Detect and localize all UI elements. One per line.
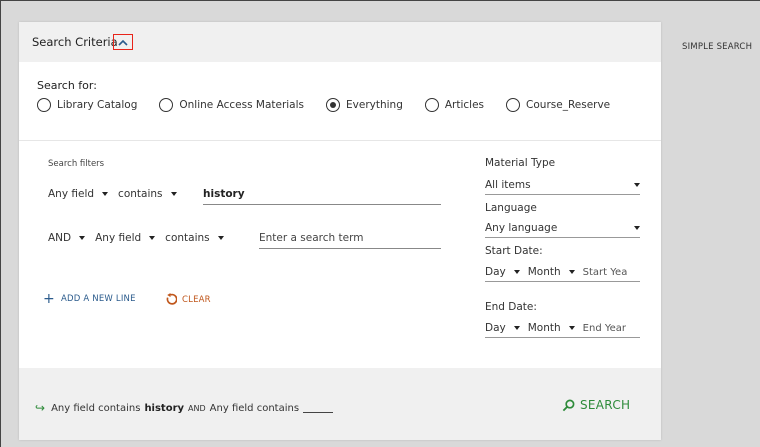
divider	[19, 140, 661, 141]
end-date-label: End Date:	[485, 301, 537, 313]
radio-label: Everything	[346, 99, 403, 111]
material-type-label: Material Type	[485, 157, 556, 169]
simple-search-link[interactable]: SIMPLE SEARCH	[682, 42, 752, 52]
radio-circle-checked	[326, 98, 341, 112]
start-date-label: Start Date:	[485, 245, 543, 257]
boolean-select[interactable]: AND	[48, 232, 86, 244]
radio-label: Online Access Materials	[179, 99, 305, 111]
start-day-select[interactable]: Day	[485, 266, 520, 278]
clear-label: CLEAR	[182, 294, 211, 305]
search-icon	[562, 399, 575, 411]
end-day-select[interactable]: Day	[485, 322, 520, 334]
caret-down-icon	[634, 226, 640, 230]
summary-boolean: AND	[188, 403, 206, 413]
summary-text: Any field contains	[51, 402, 141, 414]
caret-down-icon	[513, 270, 520, 274]
clear-button[interactable]: CLEAR	[164, 293, 211, 306]
caret-down-icon	[102, 192, 109, 196]
caret-down-icon	[217, 236, 224, 240]
radio-library-catalog[interactable]: Library Catalog	[37, 98, 137, 112]
start-month-select[interactable]: Month	[528, 266, 575, 278]
operator-select[interactable]: contains	[118, 188, 177, 200]
scope-radio-group: Library Catalog Online Access Materials …	[37, 98, 632, 112]
field-select[interactable]: Any field	[48, 188, 109, 200]
search-criteria-panel: Search Criteria Search for: Library Cata…	[19, 22, 661, 440]
search-button[interactable]: SEARCH	[562, 398, 630, 412]
panel-header: Search Criteria	[19, 22, 661, 62]
start-day-value: Day	[485, 266, 506, 278]
filter-row-2: AND Any field contains	[48, 232, 234, 244]
language-select[interactable]: Any language	[485, 222, 640, 238]
start-date-row: Day Month Start Yea	[485, 266, 640, 282]
radio-label: Library Catalog	[57, 99, 138, 111]
radio-circle	[37, 98, 51, 112]
summary-text: Any field contains	[209, 402, 300, 414]
search-filters-label: Search filters	[48, 159, 105, 169]
radio-online-access-materials[interactable]: Online Access Materials	[159, 98, 304, 112]
field-select-value: Any field	[95, 232, 142, 244]
panel-title: Search Criteria	[32, 35, 118, 49]
operator-select[interactable]: contains	[165, 232, 224, 244]
add-new-line-label: ADD A NEW LINE	[60, 294, 136, 304]
undo-icon	[166, 293, 177, 305]
chevron-up-icon	[118, 39, 128, 46]
material-type-value: All items	[485, 179, 531, 191]
query-summary: ↪ Any field contains history AND Any fie…	[35, 401, 334, 415]
radio-label: Course_Reserve	[526, 99, 611, 111]
caret-down-icon	[513, 326, 520, 330]
radio-circle	[424, 98, 439, 112]
add-new-line-button[interactable]: + ADD A NEW LINE	[43, 291, 136, 307]
end-year-input[interactable]: End Year	[583, 323, 626, 334]
summary-term: history	[144, 402, 185, 414]
radio-circle	[159, 98, 174, 112]
caret-down-icon	[568, 326, 575, 330]
radio-everything[interactable]: Everything	[326, 98, 403, 112]
language-value: Any language	[485, 222, 558, 234]
language-label: Language	[485, 202, 537, 214]
field-select[interactable]: Any field	[95, 232, 156, 244]
search-term-input[interactable]: Enter a search term	[259, 232, 441, 249]
caret-down-icon	[634, 183, 640, 187]
caret-down-icon	[568, 270, 575, 274]
start-year-input[interactable]: Start Yea	[583, 267, 628, 278]
radio-circle	[506, 98, 521, 112]
end-date-row: Day Month End Year	[485, 322, 640, 338]
summary-blank	[303, 404, 334, 413]
operator-select-value: contains	[165, 232, 210, 244]
search-button-label: SEARCH	[580, 398, 631, 412]
start-month-value: Month	[527, 266, 561, 278]
filter-row-1: Any field contains	[48, 188, 187, 200]
radio-label: Articles	[444, 99, 485, 111]
end-day-value: Day	[485, 322, 506, 334]
end-month-value: Month	[527, 322, 561, 334]
material-type-select[interactable]: All items	[485, 179, 640, 195]
caret-down-icon	[149, 236, 156, 240]
end-month-select[interactable]: Month	[528, 322, 575, 334]
caret-down-icon	[79, 236, 86, 240]
caret-down-icon	[170, 192, 177, 196]
field-select-value: Any field	[48, 188, 95, 200]
arrow-right-icon: ↪	[35, 401, 46, 415]
plus-icon: +	[43, 291, 55, 307]
search-footer: ↪ Any field contains history AND Any fie…	[19, 368, 661, 440]
radio-articles[interactable]: Articles	[424, 98, 485, 112]
operator-select-value: contains	[118, 188, 163, 200]
search-for-label: Search for:	[37, 79, 97, 92]
search-term-input[interactable]: history	[203, 188, 441, 205]
boolean-select-value: AND	[48, 232, 72, 244]
radio-course-reserve[interactable]: Course_Reserve	[506, 98, 610, 112]
collapse-button[interactable]	[113, 34, 133, 50]
